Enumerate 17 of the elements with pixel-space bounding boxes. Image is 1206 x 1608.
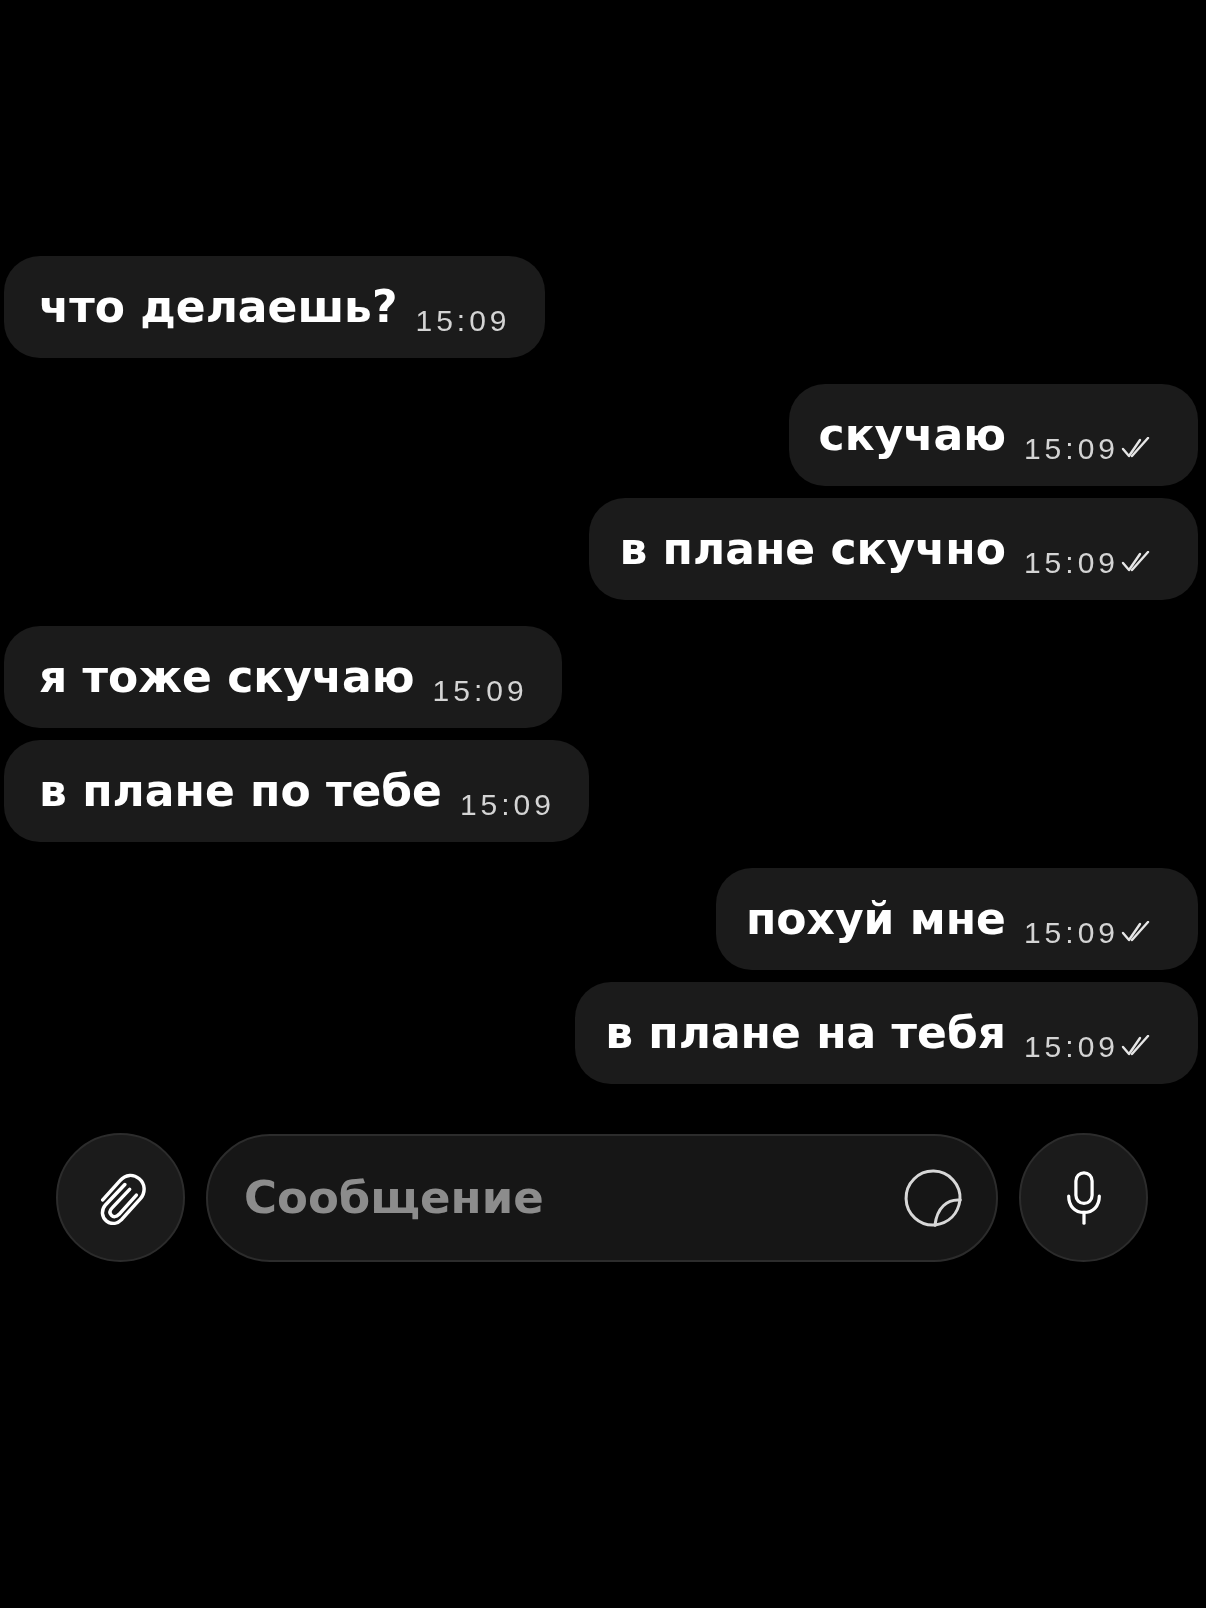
message-text: похуй мне bbox=[745, 892, 1006, 946]
message-text: в плане скучно bbox=[619, 522, 1006, 576]
sticker-icon bbox=[903, 1167, 963, 1228]
message-text: я тоже скучаю bbox=[39, 650, 415, 704]
message-time: 15:09 bbox=[1023, 432, 1119, 466]
message-input[interactable]: Сообщение bbox=[206, 1133, 998, 1262]
message-time: 15:09 bbox=[1023, 1030, 1119, 1064]
message-time: 15:09 bbox=[432, 674, 528, 708]
message-text: в плане на тебя bbox=[605, 1006, 1006, 1060]
message-text: что делаешь? bbox=[39, 280, 398, 334]
message-time: 15:09 bbox=[459, 788, 555, 822]
microphone-icon bbox=[1065, 1169, 1102, 1226]
message-time: 15:09 bbox=[1023, 916, 1119, 950]
message-text: в плане по тебе bbox=[39, 764, 442, 818]
message-time: 15:09 bbox=[415, 304, 511, 338]
message-time: 15:09 bbox=[1023, 546, 1119, 580]
message-text: скучаю bbox=[818, 408, 1006, 462]
